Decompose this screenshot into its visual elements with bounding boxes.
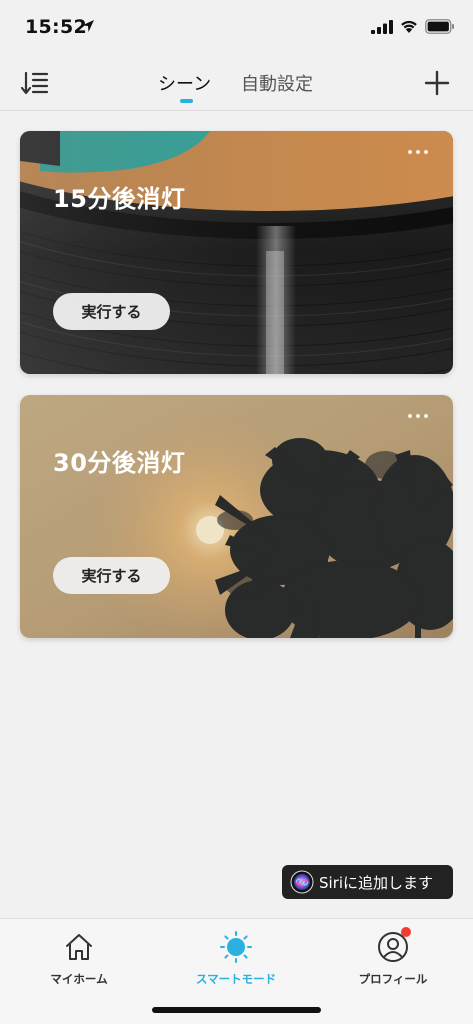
status-time: 15:52 bbox=[25, 16, 87, 38]
scene-card[interactable]: 30分後消灯 実行する bbox=[20, 395, 453, 638]
scene-title: 15分後消灯 bbox=[53, 185, 186, 213]
tab-scenes[interactable]: シーン bbox=[158, 70, 211, 96]
tab-label: マイホーム bbox=[50, 972, 108, 986]
more-options-icon[interactable] bbox=[406, 411, 430, 421]
notification-badge bbox=[401, 927, 411, 937]
more-options-icon[interactable] bbox=[406, 147, 430, 157]
sun-icon bbox=[220, 931, 252, 963]
active-tab-indicator bbox=[180, 99, 193, 103]
tab-profile[interactable]: プロフィール bbox=[328, 927, 458, 987]
home-indicator bbox=[152, 1007, 321, 1013]
tab-label: プロフィール bbox=[358, 972, 428, 986]
tab-smart-mode[interactable]: スマートモード bbox=[171, 927, 301, 987]
wifi-icon bbox=[401, 20, 417, 33]
nav-bar: シーン 自動設定 bbox=[0, 56, 473, 111]
tab-label: スマートモード bbox=[195, 972, 277, 986]
battery-icon bbox=[425, 19, 454, 34]
siri-icon bbox=[290, 870, 314, 894]
run-scene-button[interactable]: 実行する bbox=[53, 293, 170, 330]
tab-my-home[interactable]: マイホーム bbox=[14, 927, 144, 987]
scene-card[interactable]: 15分後消灯 実行する bbox=[20, 131, 453, 374]
scene-title: 30分後消灯 bbox=[53, 449, 186, 477]
cellular-signal-icon bbox=[371, 20, 393, 34]
vinyl-record-image bbox=[20, 131, 453, 374]
tab-automation[interactable]: 自動設定 bbox=[241, 70, 313, 96]
add-icon[interactable] bbox=[424, 70, 450, 96]
sort-icon[interactable] bbox=[20, 70, 50, 96]
siri-label: Siriに追加します bbox=[319, 874, 434, 892]
home-icon bbox=[66, 934, 92, 960]
add-to-siri-button[interactable]: Siriに追加します bbox=[282, 865, 453, 899]
status-bar: 15:52 bbox=[0, 0, 473, 56]
run-scene-button[interactable]: 実行する bbox=[53, 557, 170, 594]
palm-sunset-image bbox=[20, 395, 453, 638]
location-arrow-icon bbox=[82, 20, 94, 32]
